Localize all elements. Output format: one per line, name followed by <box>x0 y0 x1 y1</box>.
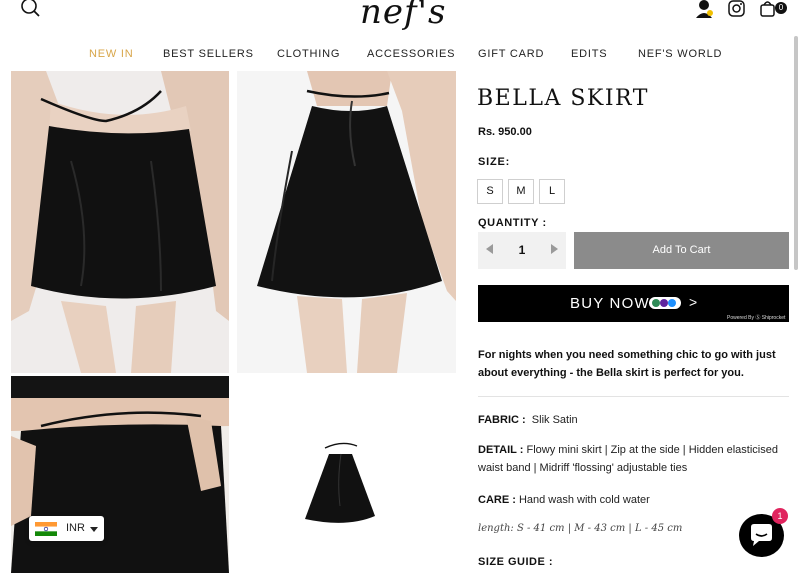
arrow-left-icon[interactable] <box>486 244 493 254</box>
quantity-input[interactable] <box>502 240 542 260</box>
divider <box>478 396 789 397</box>
currency-selector[interactable]: INR <box>29 516 104 541</box>
main-nav: NEW IN BEST SELLERS CLOTHING ACCESSORIES… <box>0 48 800 64</box>
product-title: BELLA SKIRT <box>477 86 649 111</box>
product-tagline: For nights when you need something chic … <box>478 349 776 379</box>
nav-item-nefs-world[interactable]: NEF'S WORLD <box>638 48 722 60</box>
cart-count-badge: 0 <box>775 2 787 14</box>
nav-item-new-in[interactable]: NEW IN <box>89 48 134 60</box>
size-label: SIZE: <box>478 156 511 168</box>
chat-notification-badge: 1 <box>772 508 788 524</box>
account-icon[interactable] <box>694 0 716 20</box>
payment-logos-icon <box>649 297 681 309</box>
buy-now-button[interactable]: BUY NOW > Powered By Ⓢ Shiprocket <box>478 285 789 322</box>
nav-item-accessories[interactable]: ACCESSORIES <box>367 48 455 60</box>
care-value: Hand wash with cold water <box>518 494 650 506</box>
add-to-cart-button[interactable]: Add To Cart <box>574 232 789 269</box>
fabric-label: FABRIC : <box>478 414 526 426</box>
instagram-icon[interactable] <box>726 0 748 20</box>
site-header: nef's 0 NEW IN BEST SELLERS CLOTHING ACC… <box>0 0 800 70</box>
nav-item-best-sellers[interactable]: BEST SELLERS <box>163 48 254 60</box>
brand-logo[interactable]: nef's <box>360 0 445 32</box>
search-icon[interactable] <box>20 0 42 20</box>
nav-item-clothing[interactable]: CLOTHING <box>277 48 340 60</box>
care-label: CARE : <box>478 494 516 506</box>
scrollbar[interactable] <box>794 36 798 270</box>
product-photo-flat[interactable] <box>237 376 456 573</box>
product-photo-back[interactable] <box>237 71 456 373</box>
nav-item-edits[interactable]: EDITS <box>571 48 607 60</box>
india-flag-icon <box>35 522 57 536</box>
quantity-stepper <box>478 232 566 269</box>
quantity-label: QUANTITY : <box>478 217 547 229</box>
product-page: nef's 0 NEW IN BEST SELLERS CLOTHING ACC… <box>0 0 800 573</box>
product-price: Rs. 950.00 <box>478 126 532 138</box>
product-photo-side[interactable] <box>11 376 229 573</box>
detail-value: Flowy mini skirt | Zip at the side | Hid… <box>478 444 778 474</box>
detail-label: DETAIL : <box>478 444 524 456</box>
fabric-value: Slik Satin <box>531 414 578 426</box>
chevron-right-icon: > <box>689 294 698 310</box>
nav-item-gift-card[interactable]: GIFT CARD <box>478 48 544 60</box>
buy-now-label: BUY NOW <box>570 295 650 312</box>
detail-info: DETAIL : Flowy mini skirt | Zip at the s… <box>478 441 790 477</box>
fabric-info: FABRIC : Slik Satin <box>478 411 578 429</box>
size-option-m[interactable]: M <box>508 179 534 204</box>
size-option-l[interactable]: L <box>539 179 565 204</box>
length-info: length: S - 41 cm | M - 43 cm | L - 45 c… <box>478 523 683 534</box>
currency-code: INR <box>66 522 85 534</box>
arrow-right-icon[interactable] <box>551 244 558 254</box>
size-option-s[interactable]: S <box>477 179 503 204</box>
care-info: CARE : Hand wash with cold water <box>478 491 650 509</box>
caret-down-icon <box>90 527 98 532</box>
product-photo-front[interactable] <box>11 71 229 373</box>
size-guide-link[interactable]: SIZE GUIDE : <box>478 556 553 568</box>
powered-by-text: Powered By Ⓢ Shiprocket <box>727 315 786 321</box>
